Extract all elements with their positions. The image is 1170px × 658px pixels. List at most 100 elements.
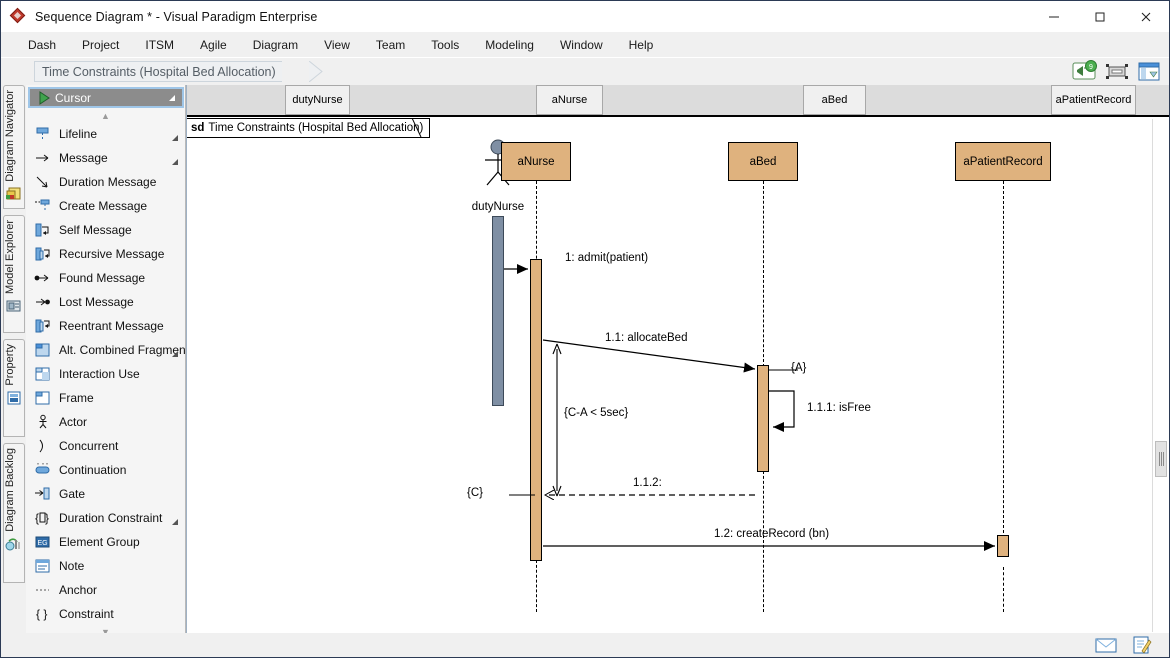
expand-corner-icon[interactable] — [172, 135, 178, 141]
expand-corner-icon[interactable] — [169, 95, 175, 101]
sequence-diagram[interactable]: sd Time Constraints (Hospital Bed Alloca… — [187, 117, 1169, 634]
palette-item-duration-message[interactable]: Duration Message — [26, 170, 185, 194]
dock-tab-label: Diagram Backlog — [4, 448, 16, 532]
dock-tab-label: Property — [4, 344, 16, 386]
create-message-icon — [34, 198, 52, 214]
expand-corner-icon[interactable] — [172, 159, 178, 165]
palette-item-frame[interactable]: Frame — [26, 386, 185, 410]
palette-scroll-up[interactable]: ▲ — [26, 110, 185, 122]
menu-item-modeling[interactable]: Modeling — [472, 35, 547, 55]
maximize-button[interactable] — [1077, 1, 1123, 32]
layers-panel-icon[interactable] — [1136, 59, 1162, 84]
palette-item-label: Lost Message — [59, 295, 134, 309]
vertical-scrollbar-thumb[interactable] — [1155, 441, 1167, 477]
reentrant-message-icon — [34, 318, 52, 334]
palette-item-label: Duration Message — [59, 175, 157, 189]
left-dock-tabs: Diagram Navigator Model Explorer Propert… — [2, 85, 26, 634]
menu-item-help[interactable]: Help — [616, 35, 667, 55]
palette-item-element-group[interactable]: EG Element Group — [26, 530, 185, 554]
menu-item-view[interactable]: View — [311, 35, 363, 55]
palette-item-note[interactable]: Note — [26, 554, 185, 578]
ruler-cell-empty — [866, 85, 1051, 115]
window-title: Sequence Diagram * - Visual Paradigm Ent… — [35, 9, 318, 24]
ruler-cell-empty — [350, 85, 536, 115]
palette-item-gate[interactable]: Gate — [26, 482, 185, 506]
constraint-label-duration: {C-A < 5sec} — [564, 407, 629, 419]
ruler-cell-dutynurse[interactable]: dutyNurse — [285, 85, 350, 115]
recursive-message-icon — [34, 246, 52, 262]
palette-item-create-message[interactable]: Create Message — [26, 194, 185, 218]
palette-item-cursor[interactable]: Cursor — [28, 87, 184, 108]
palette-item-duration-constraint[interactable]: { } Duration Constraint — [26, 506, 185, 530]
message-label-return: 1.1.2: — [633, 477, 662, 489]
palette-item-message[interactable]: Message — [26, 146, 185, 170]
palette-item-label: Gate — [59, 487, 86, 501]
close-button[interactable] — [1123, 1, 1169, 32]
palette-item-label: Self Message — [59, 223, 132, 237]
expand-corner-icon[interactable] — [172, 519, 178, 525]
palette-item-label: Found Message — [59, 271, 146, 285]
menu-item-itsm[interactable]: ITSM — [132, 35, 187, 55]
property-icon — [5, 389, 23, 407]
status-bar — [1, 633, 1169, 657]
palette-item-found-message[interactable]: Found Message — [26, 266, 185, 290]
message-label-isfree: 1.1.1: isFree — [807, 402, 871, 414]
dock-tab-model-explorer[interactable]: Model Explorer — [3, 215, 25, 333]
vertical-scrollbar[interactable] — [1152, 119, 1168, 632]
palette-item-concurrent[interactable]: Concurrent — [26, 434, 185, 458]
menu-item-project[interactable]: Project — [69, 35, 132, 55]
message-arrow-icon — [34, 150, 52, 166]
ruler-cell-apatientrecord[interactable]: aPatientRecord — [1051, 85, 1136, 115]
palette-item-lost-message[interactable]: Lost Message — [26, 290, 185, 314]
svg-text:{ }: { } — [36, 607, 47, 621]
dock-tab-diagram-navigator[interactable]: Diagram Navigator — [3, 85, 25, 209]
dock-tab-diagram-backlog[interactable]: Diagram Backlog — [3, 443, 25, 583]
palette-item-alt-combined-fragment[interactable]: Alt. Combined Fragment — [26, 338, 185, 362]
palette-item-label: Cursor — [55, 90, 92, 105]
palette-item-label: Concurrent — [59, 439, 119, 453]
svg-text:}: } — [45, 511, 49, 525]
palette-item-continuation[interactable]: Continuation — [26, 458, 185, 482]
concurrent-icon — [34, 438, 52, 454]
window-controls — [1031, 1, 1169, 32]
message-arrows-layer — [504, 264, 995, 551]
menu-item-team[interactable]: Team — [363, 35, 418, 55]
anchor-icon — [34, 582, 52, 598]
broadcast-message-icon[interactable]: 9 — [1072, 59, 1098, 84]
palette-item-label: Duration Constraint — [59, 511, 163, 525]
palette-item-reentrant-message[interactable]: Reentrant Message — [26, 314, 185, 338]
ruler-cell-empty — [603, 85, 803, 115]
breadcrumb-bar: Time Constraints (Hospital Bed Allocatio… — [1, 58, 1169, 85]
expand-corner-icon[interactable] — [172, 351, 178, 357]
constraint-label-c: {C} — [467, 487, 483, 499]
palette-item-label: Actor — [59, 415, 88, 429]
dock-tab-property[interactable]: Property — [3, 339, 25, 437]
palette-item-label: Recursive Message — [59, 247, 165, 261]
palette-item-actor[interactable]: Actor — [26, 410, 185, 434]
constraint-label-a: {A} — [791, 362, 807, 374]
palette-item-label: Lifeline — [59, 127, 98, 141]
element-group-icon: EG — [34, 534, 52, 550]
minimize-button[interactable] — [1031, 1, 1077, 32]
palette-item-label: Continuation — [59, 463, 127, 477]
palette-item-anchor[interactable]: Anchor — [26, 578, 185, 602]
palette-item-interaction-use[interactable]: Interaction Use — [26, 362, 185, 386]
menu-item-window[interactable]: Window — [547, 35, 616, 55]
edit-note-icon[interactable] — [1131, 636, 1153, 654]
menu-item-dash[interactable]: Dash — [15, 35, 69, 55]
palette-item-self-message[interactable]: Self Message — [26, 218, 185, 242]
mail-icon[interactable] — [1095, 636, 1117, 654]
breadcrumb[interactable]: Time Constraints (Hospital Bed Allocatio… — [34, 61, 282, 82]
ruler-cell-anurse[interactable]: aNurse — [536, 85, 603, 115]
fit-to-window-icon[interactable] — [1104, 59, 1130, 84]
ruler-cell-abed[interactable]: aBed — [803, 85, 866, 115]
visual-paradigm-diamond-icon — [9, 7, 27, 25]
palette-item-label: Message — [59, 151, 108, 165]
diagram-backlog-icon — [5, 535, 23, 553]
menu-item-agile[interactable]: Agile — [187, 35, 240, 55]
menu-item-tools[interactable]: Tools — [418, 35, 472, 55]
palette-item-constraint[interactable]: { } Constraint — [26, 602, 185, 626]
palette-item-lifeline[interactable]: Lifeline — [26, 122, 185, 146]
menu-item-diagram[interactable]: Diagram — [240, 35, 311, 55]
palette-item-recursive-message[interactable]: Recursive Message — [26, 242, 185, 266]
